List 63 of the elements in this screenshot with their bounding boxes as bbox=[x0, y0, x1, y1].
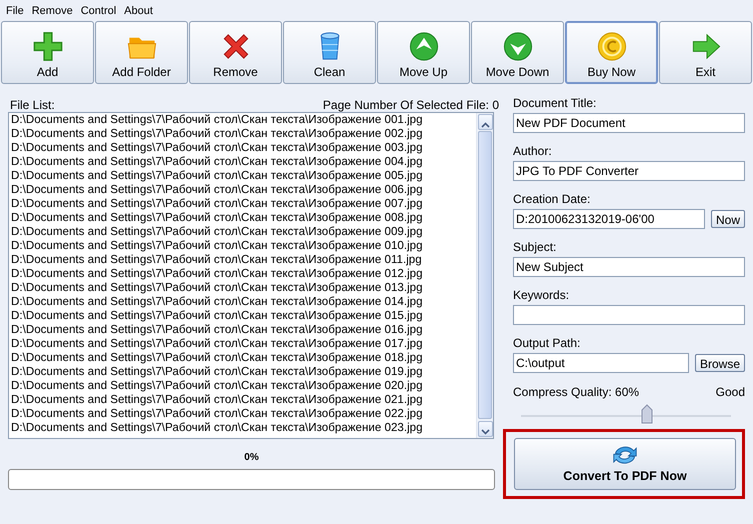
caret-up-icon bbox=[480, 122, 490, 128]
field-label: Author: bbox=[513, 144, 553, 158]
input-field[interactable]: New PDF Document bbox=[513, 113, 745, 133]
field-label: Keywords: bbox=[513, 288, 570, 302]
input-field[interactable] bbox=[513, 305, 745, 325]
file-list-item[interactable]: D:\Documents and Settings\7\Рабочий стол\Скан текста\Изображение 002.jpg bbox=[9, 127, 476, 141]
toolbar-button[interactable]: Remove bbox=[189, 21, 282, 84]
field-label: Subject: bbox=[513, 240, 558, 254]
scrollbar-thumb[interactable] bbox=[478, 131, 492, 419]
file-list-item[interactable]: D:\Documents and Settings\7\Рабочий стол\Скан текста\Изображение 008.jpg bbox=[9, 211, 476, 225]
toolbar-button[interactable]: Add Folder bbox=[95, 21, 188, 84]
file-list-item[interactable]: D:\Documents and Settings\7\Рабочий стол\Скан текста\Изображение 001.jpg bbox=[9, 113, 476, 127]
slider-thumb[interactable] bbox=[641, 404, 653, 424]
file-list-item[interactable]: D:\Documents and Settings\7\Рабочий стол\Скан текста\Изображение 006.jpg bbox=[9, 183, 476, 197]
input-field[interactable]: D:20100623132019-06'00 bbox=[513, 209, 705, 229]
file-list-item[interactable]: D:\Documents and Settings\7\Рабочий стол\Скан текста\Изображение 007.jpg bbox=[9, 197, 476, 211]
file-list-item[interactable]: D:\Documents and Settings\7\Рабочий стол\Скан текста\Изображение 010.jpg bbox=[9, 239, 476, 253]
toolbar-button[interactable]: Move Down bbox=[471, 21, 564, 84]
file-list-item[interactable]: D:\Documents and Settings\7\Рабочий стол\Скан текста\Изображение 017.jpg bbox=[9, 337, 476, 351]
scroll-up-button[interactable] bbox=[478, 114, 492, 130]
toolbar-button[interactable]: Exit bbox=[659, 21, 752, 84]
menu-item[interactable]: Remove bbox=[30, 0, 79, 20]
field-label: Creation Date: bbox=[513, 192, 592, 206]
input-field[interactable]: C:\output bbox=[513, 353, 689, 373]
plus-icon bbox=[30, 30, 64, 63]
file-list-item[interactable]: D:\Documents and Settings\7\Рабочий стол\Скан текста\Изображение 016.jpg bbox=[9, 323, 476, 337]
caret-down-icon bbox=[480, 428, 490, 435]
file-list-item[interactable]: D:\Documents and Settings\7\Рабочий стол\Скан текста\Изображение 003.jpg bbox=[9, 141, 476, 155]
input-field[interactable]: JPG To PDF Converter bbox=[513, 161, 745, 181]
file-list-item[interactable]: D:\Documents and Settings\7\Рабочий стол\Скан текста\Изображение 012.jpg bbox=[9, 267, 476, 281]
file-list[interactable] bbox=[8, 112, 494, 439]
input-field[interactable]: New Subject bbox=[513, 257, 745, 277]
file-list-item[interactable]: D:\Documents and Settings\7\Рабочий стол\Скан текста\Изображение 018.jpg bbox=[9, 351, 476, 365]
file-list-item[interactable]: D:\Documents and Settings\7\Рабочий стол\Скан текста\Изображение 014.jpg bbox=[9, 295, 476, 309]
file-list-item[interactable]: D:\Documents and Settings\7\Рабочий стол\Скан текста\Изображение 015.jpg bbox=[9, 309, 476, 323]
menu-item[interactable]: Control bbox=[78, 0, 122, 20]
file-list-item[interactable]: D:\Documents and Settings\7\Рабочий стол\Скан текста\Изображение 020.jpg bbox=[9, 379, 476, 393]
file-list-item[interactable]: D:\Documents and Settings\7\Рабочий стол\Скан текста\Изображение 004.jpg bbox=[9, 155, 476, 169]
field-label: Output Path: bbox=[513, 336, 582, 350]
page-number-label: Page Number Of Selected File: 0 bbox=[322, 97, 499, 112]
button[interactable]: Browse bbox=[694, 354, 745, 372]
quality-label: Compress Quality: 60% bbox=[513, 384, 640, 397]
file-list-item[interactable]: D:\Documents and Settings\7\Рабочий стол\Скан текста\Изображение 023.jpg bbox=[9, 421, 476, 435]
file-list-item[interactable]: D:\Documents and Settings\7\Рабочий стол\Скан текста\Изображение 013.jpg bbox=[9, 281, 476, 295]
menu-item[interactable]: About bbox=[122, 0, 159, 20]
file-list-item[interactable]: D:\Documents and Settings\7\Рабочий стол\Скан текста\Изображение 019.jpg bbox=[9, 365, 476, 379]
field-label: File List: bbox=[10, 97, 55, 112]
scroll-down-button[interactable] bbox=[478, 421, 492, 437]
button[interactable]: Now bbox=[710, 210, 745, 228]
file-list-item[interactable]: D:\Documents and Settings\7\Рабочий стол\Скан текста\Изображение 022.jpg bbox=[9, 407, 476, 421]
toolbar-button[interactable]: Clean bbox=[283, 21, 376, 84]
menu-item[interactable]: File bbox=[4, 0, 30, 20]
toolbar-button[interactable]: Add bbox=[1, 21, 94, 84]
file-list-item[interactable]: D:\Documents and Settings\7\Рабочий стол\Скан текста\Изображение 005.jpg bbox=[9, 169, 476, 183]
file-list-item[interactable]: D:\Documents and Settings\7\Рабочий стол\Скан текста\Изображение 011.jpg bbox=[9, 253, 476, 267]
quality-reading: Good bbox=[716, 384, 745, 397]
convert-button[interactable]: Convert To PDF Now bbox=[514, 438, 736, 490]
field-label: Document Title: bbox=[513, 96, 598, 110]
file-list-item[interactable]: D:\Documents and Settings\7\Рабочий стол\Скан текста\Изображение 009.jpg bbox=[9, 225, 476, 239]
toolbar-button[interactable]: Buy Now bbox=[565, 21, 658, 84]
progress-percent: 0% bbox=[243, 451, 260, 465]
file-list-item[interactable]: D:\Documents and Settings\7\Рабочий стол\Скан текста\Изображение 021.jpg bbox=[9, 393, 476, 407]
toolbar-button[interactable]: Move Up bbox=[377, 21, 470, 84]
